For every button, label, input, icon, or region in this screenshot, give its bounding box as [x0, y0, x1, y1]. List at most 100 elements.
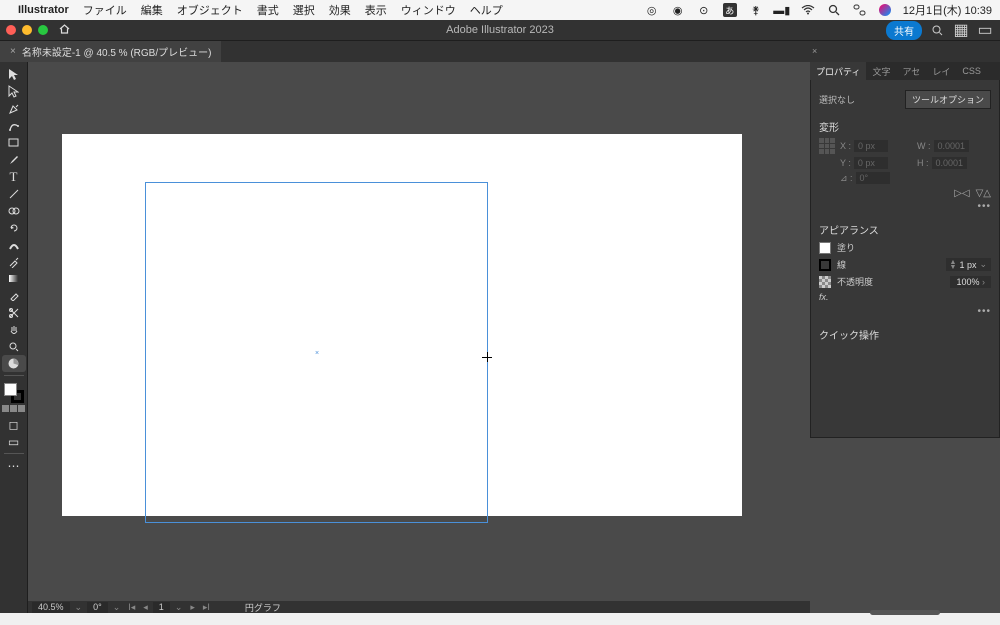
current-tool-label: 円グラフ — [245, 601, 281, 614]
draw-mode[interactable]: ◻ — [2, 416, 26, 433]
siri-icon[interactable] — [879, 4, 891, 16]
fill-swatch-panel[interactable] — [819, 242, 831, 254]
bluetooth-icon[interactable]: ⚵ — [749, 3, 763, 17]
app-name[interactable]: Illustrator — [18, 4, 69, 16]
width-tool[interactable] — [2, 236, 26, 253]
zoom-window-button[interactable] — [38, 25, 48, 35]
flip-h-icon[interactable]: ▷◁ — [954, 188, 969, 199]
status-icon-ime[interactable]: あ — [723, 3, 737, 17]
eraser-tool[interactable] — [2, 287, 26, 304]
appearance-more-icon[interactable]: ••• — [819, 306, 991, 317]
next-artboard-icon[interactable]: ▸ — [187, 602, 198, 613]
rotate-field[interactable]: 0° — [87, 602, 108, 613]
transform-more-icon[interactable]: ••• — [819, 201, 991, 212]
flip-v-icon[interactable]: ▽△ — [976, 188, 991, 199]
wifi-icon[interactable] — [801, 3, 815, 17]
menu-object[interactable]: オブジェクト — [177, 2, 243, 18]
menu-help[interactable]: ヘルプ — [470, 2, 503, 18]
fill-swatch[interactable] — [4, 383, 17, 396]
direct-selection-tool[interactable] — [2, 83, 26, 100]
opacity-field[interactable]: 100% › — [950, 276, 991, 288]
tool-options-button[interactable]: ツールオプション — [905, 90, 991, 109]
screen-mode[interactable]: ▭ — [2, 433, 26, 450]
tab-assets[interactable]: アセ — [896, 62, 926, 80]
crosshair-cursor — [482, 352, 494, 364]
w-field[interactable]: 0.0001 — [934, 140, 970, 152]
transform-controls: X :0 px W :0.0001 Y :0 px H :0.0001 ⊿ :0… — [819, 138, 991, 184]
graph-tool[interactable] — [2, 355, 26, 372]
prev-artboard-icon[interactable]: ◂ — [140, 602, 151, 613]
edit-toolbar[interactable]: ⋯ — [2, 457, 26, 474]
selection-tool[interactable] — [2, 66, 26, 83]
share-button[interactable]: 共有 — [886, 21, 922, 40]
artboard-dropdown-icon[interactable]: ⌄ — [172, 602, 186, 613]
line-tool[interactable] — [2, 185, 26, 202]
canvas-area[interactable]: × — [28, 62, 810, 601]
scissors-tool[interactable] — [2, 304, 26, 321]
color-mode-row[interactable] — [2, 405, 25, 412]
stroke-swatch-panel[interactable] — [819, 259, 831, 271]
menu-effect[interactable]: 効果 — [329, 2, 351, 18]
menu-window[interactable]: ウィンドウ — [401, 2, 456, 18]
document-tab-strip: × 名称未設定-1 @ 40.5 % (RGB/プレビュー) — [0, 40, 1000, 62]
panel-scroll-thumb[interactable] — [870, 610, 940, 615]
gradient-tool[interactable] — [2, 270, 26, 287]
battery-icon[interactable]: ▬▮ — [775, 3, 789, 17]
first-artboard-icon[interactable]: I◂ — [125, 602, 138, 613]
status-icon-2[interactable]: ◉ — [671, 3, 685, 17]
artboard-index-field[interactable]: 1 — [153, 602, 170, 613]
tab-layers[interactable]: レイ — [926, 62, 956, 80]
status-icon-1[interactable]: ◎ — [645, 3, 659, 17]
panel-close-icon[interactable]: × — [810, 44, 819, 58]
close-tab-icon[interactable]: × — [10, 46, 16, 57]
tab-character[interactable]: 文字 — [866, 62, 896, 80]
menu-type[interactable]: 書式 — [257, 2, 279, 18]
tab-properties[interactable]: プロパティ — [810, 62, 866, 80]
pen-tool[interactable] — [2, 100, 26, 117]
menu-select[interactable]: 選択 — [293, 2, 315, 18]
rotate-dropdown-icon[interactable]: ⌄ — [110, 602, 124, 613]
zoom-field[interactable]: 40.5% — [32, 602, 70, 613]
opacity-swatch[interactable] — [819, 276, 831, 288]
right-panel-dock: × プロパティ 文字 アセ レイ CSS 選択なし ツールオプション 変形 X … — [810, 62, 1000, 613]
transform-section-label: 変形 — [819, 119, 991, 134]
last-artboard-icon[interactable]: ▸I — [200, 602, 213, 613]
status-icon-clock[interactable]: ⊙ — [697, 3, 711, 17]
search-panel-icon[interactable] — [928, 21, 946, 39]
paintbrush-tool[interactable] — [2, 151, 26, 168]
search-icon[interactable] — [827, 3, 841, 17]
document-tab[interactable]: × 名称未設定-1 @ 40.5 % (RGB/プレビュー) — [0, 41, 221, 63]
y-label: Y : — [840, 158, 851, 168]
rectangle-tool[interactable] — [2, 134, 26, 151]
y-field[interactable]: 0 px — [854, 157, 888, 169]
shape-builder-tool[interactable] — [2, 202, 26, 219]
h-field[interactable]: 0.0001 — [932, 157, 968, 169]
menu-view[interactable]: 表示 — [365, 2, 387, 18]
arrange-icon[interactable]: ▦ — [952, 21, 970, 39]
workspace-icon[interactable]: ▭ — [976, 21, 994, 39]
close-window-button[interactable] — [6, 25, 16, 35]
tool-panel: T ◻ ▭ ⋯ — [0, 62, 28, 613]
menu-edit[interactable]: 編集 — [141, 2, 163, 18]
menu-file[interactable]: ファイル — [83, 2, 127, 18]
stroke-weight-field[interactable]: ▲▼ 1 px ⌄ — [946, 258, 992, 271]
fill-stroke-control[interactable] — [4, 383, 24, 403]
document-tab-label: 名称未設定-1 @ 40.5 % (RGB/プレビュー) — [22, 44, 212, 59]
tab-css[interactable]: CSS — [956, 62, 987, 80]
control-center-icon[interactable] — [853, 3, 867, 17]
curvature-tool[interactable] — [2, 117, 26, 134]
x-field[interactable]: 0 px — [854, 140, 888, 152]
zoom-dropdown-icon[interactable]: ⌄ — [72, 602, 86, 613]
zoom-tool[interactable] — [2, 338, 26, 355]
fx-label[interactable]: fx. — [819, 292, 829, 302]
reference-point-grid[interactable] — [819, 138, 835, 154]
home-icon[interactable] — [58, 23, 71, 38]
eyedropper-tool[interactable] — [2, 253, 26, 270]
rotate-tool[interactable] — [2, 219, 26, 236]
type-tool[interactable]: T — [2, 168, 26, 185]
minimize-window-button[interactable] — [22, 25, 32, 35]
hand-tool[interactable] — [2, 321, 26, 338]
menubar-datetime[interactable]: 12月1日(木) 10:39 — [903, 2, 992, 18]
fill-label: 塗り — [837, 241, 855, 254]
angle-field[interactable]: 0° — [856, 172, 890, 184]
